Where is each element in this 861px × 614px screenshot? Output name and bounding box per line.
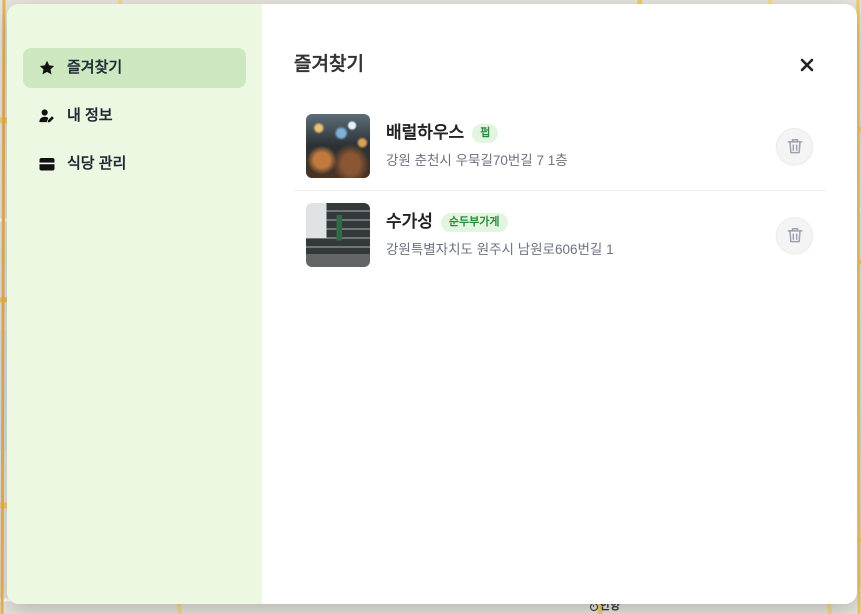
favorites-panel: 즐겨찾기 배럴하우스 펍 강원 춘천시 우묵길70번길 7 1층 수가성 순두부…	[262, 4, 857, 604]
sidebar-item-restaurant-management[interactable]: 식당 관리	[23, 144, 246, 184]
favorites-list: 배럴하우스 펍 강원 춘천시 우묵길70번길 7 1층 수가성 순두부가게 강원…	[294, 102, 825, 279]
restaurant-thumbnail	[306, 114, 370, 178]
sidebar-item-label: 즐겨찾기	[67, 59, 123, 76]
sidebar: 즐겨찾기 내 정보 식당 관리	[7, 4, 262, 604]
trash-icon	[787, 228, 802, 243]
sidebar-item-favorites[interactable]: 즐겨찾기	[23, 48, 246, 88]
star-icon	[39, 60, 55, 76]
restaurant-info: 수가성 순두부가게 강원특별자치도 원주시 남원로606번길 1	[386, 211, 776, 259]
restaurant-address: 강원 춘천시 우묵길70번길 7 1층	[386, 153, 568, 168]
sidebar-item-label: 식당 관리	[67, 155, 127, 172]
restaurant-name: 수가성	[386, 212, 433, 231]
restaurant-name-row: 수가성 순두부가게	[386, 211, 776, 233]
favorites-modal: 즐겨찾기 내 정보 식당 관리 즐겨찾기 배럴하우스 펍 강원 춘천시 우묵길7…	[7, 4, 857, 604]
store-icon	[39, 156, 55, 172]
restaurant-address: 강원특별자치도 원주시 남원로606번길 1	[386, 242, 614, 257]
restaurant-name-row: 배럴하우스 펍	[386, 122, 776, 144]
restaurant-name: 배럴하우스	[386, 123, 465, 142]
restaurant-thumbnail	[306, 203, 370, 267]
close-icon	[800, 58, 814, 72]
close-button[interactable]	[797, 55, 817, 75]
list-item[interactable]: 수가성 순두부가게 강원특별자치도 원주시 남원로606번길 1	[294, 191, 825, 279]
user-pen-icon	[39, 108, 55, 124]
page-title: 즐겨찾기	[294, 54, 364, 75]
restaurant-info: 배럴하우스 펍 강원 춘천시 우묵길70번길 7 1층	[386, 122, 776, 170]
sidebar-item-label: 내 정보	[67, 107, 113, 124]
category-badge: 순두부가게	[440, 212, 508, 232]
trash-icon	[787, 139, 802, 154]
category-badge: 펍	[472, 123, 499, 143]
delete-favorite-button[interactable]	[776, 127, 813, 165]
list-item[interactable]: 배럴하우스 펍 강원 춘천시 우묵길70번길 7 1층	[294, 102, 825, 191]
sidebar-item-my-info[interactable]: 내 정보	[23, 96, 246, 136]
delete-favorite-button[interactable]	[776, 216, 813, 254]
